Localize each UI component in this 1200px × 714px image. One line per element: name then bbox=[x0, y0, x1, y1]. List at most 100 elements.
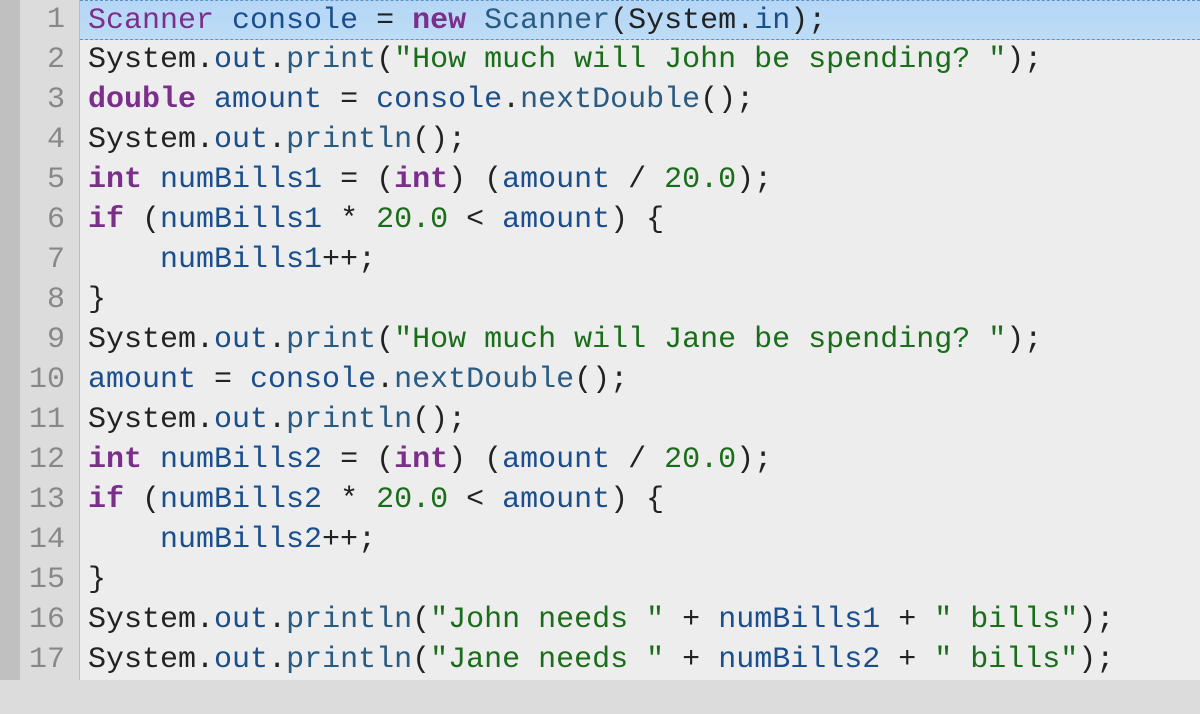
code-line[interactable]: int numBills1 = (int) (amount / 20.0); bbox=[80, 160, 1200, 200]
token-num: 20.0 bbox=[376, 483, 448, 517]
token-class: System bbox=[88, 123, 196, 157]
token-method: print bbox=[286, 323, 376, 357]
line-number: 5 bbox=[20, 160, 69, 200]
token-method: println bbox=[286, 643, 412, 677]
code-line[interactable]: if (numBills2 * 20.0 < amount) { bbox=[80, 480, 1200, 520]
token-ident: amount bbox=[502, 203, 610, 237]
line-number-gutter: 1234567891011121314151617 bbox=[20, 0, 80, 680]
line-number: 16 bbox=[20, 600, 69, 640]
code-line[interactable]: int numBills2 = (int) (amount / 20.0); bbox=[80, 440, 1200, 480]
token-kw: int bbox=[88, 443, 142, 477]
code-line[interactable]: numBills2++; bbox=[80, 520, 1200, 560]
line-number: 4 bbox=[20, 120, 69, 160]
token-default: ( bbox=[610, 4, 628, 38]
token-default: < bbox=[448, 483, 502, 517]
token-default: ( bbox=[124, 483, 160, 517]
token-default bbox=[142, 443, 160, 477]
token-default bbox=[196, 83, 214, 117]
line-number: 10 bbox=[20, 360, 69, 400]
code-content[interactable]: Scanner console = new Scanner(System.in)… bbox=[80, 0, 1200, 680]
token-default bbox=[88, 243, 160, 277]
code-line[interactable]: if (numBills1 * 20.0 < amount) { bbox=[80, 200, 1200, 240]
code-line[interactable]: System.out.print("How much will John be … bbox=[80, 40, 1200, 80]
token-field: out bbox=[214, 643, 268, 677]
token-class: System bbox=[88, 323, 196, 357]
token-default: . bbox=[268, 43, 286, 77]
token-default: + bbox=[664, 603, 718, 637]
token-class: System bbox=[88, 643, 196, 677]
token-default: + bbox=[880, 643, 934, 677]
token-class: System bbox=[88, 603, 196, 637]
token-default: ); bbox=[1006, 43, 1042, 77]
code-line[interactable]: System.out.println("Jane needs " + numBi… bbox=[80, 640, 1200, 680]
line-number: 3 bbox=[20, 80, 69, 120]
token-class: System bbox=[628, 4, 736, 38]
token-default: ); bbox=[1078, 603, 1114, 637]
token-type: Scanner bbox=[88, 4, 214, 38]
code-editor: 1234567891011121314151617 Scanner consol… bbox=[0, 0, 1200, 680]
token-default: . bbox=[268, 323, 286, 357]
code-line[interactable]: double amount = console.nextDouble(); bbox=[80, 80, 1200, 120]
token-default: . bbox=[268, 603, 286, 637]
token-default: ( bbox=[376, 323, 394, 357]
token-field: in bbox=[754, 4, 790, 38]
token-field: out bbox=[214, 603, 268, 637]
code-line[interactable]: System.out.println(); bbox=[80, 120, 1200, 160]
token-class: System bbox=[88, 43, 196, 77]
line-number: 1 bbox=[20, 0, 69, 40]
code-line[interactable]: } bbox=[80, 280, 1200, 320]
token-class: System bbox=[88, 403, 196, 437]
token-default: . bbox=[268, 123, 286, 157]
token-ident: console bbox=[250, 363, 376, 397]
token-default: = ( bbox=[322, 443, 394, 477]
token-kw: if bbox=[88, 203, 124, 237]
token-method: nextDouble bbox=[394, 363, 574, 397]
token-ident: numBills2 bbox=[160, 483, 322, 517]
code-line[interactable]: System.out.println("John needs " + numBi… bbox=[80, 600, 1200, 640]
token-string: " bills" bbox=[934, 643, 1078, 677]
token-default: / bbox=[610, 443, 664, 477]
token-default: . bbox=[196, 403, 214, 437]
token-method: print bbox=[286, 43, 376, 77]
token-default: . bbox=[196, 603, 214, 637]
line-number: 7 bbox=[20, 240, 69, 280]
token-method: println bbox=[286, 403, 412, 437]
token-kw: new bbox=[412, 4, 466, 38]
token-default: + bbox=[664, 643, 718, 677]
code-line[interactable]: System.out.print("How much will Jane be … bbox=[80, 320, 1200, 360]
token-num: 20.0 bbox=[376, 203, 448, 237]
token-default: . bbox=[736, 4, 754, 38]
token-default: / bbox=[610, 163, 664, 197]
token-ident: numBills1 bbox=[160, 203, 322, 237]
line-number: 8 bbox=[20, 280, 69, 320]
code-line[interactable]: } bbox=[80, 560, 1200, 600]
line-number: 17 bbox=[20, 640, 69, 680]
token-ident: numBills1 bbox=[160, 243, 322, 277]
token-default: ( bbox=[124, 203, 160, 237]
code-line[interactable]: System.out.println(); bbox=[80, 400, 1200, 440]
token-default: (); bbox=[700, 83, 754, 117]
line-number: 11 bbox=[20, 400, 69, 440]
token-kw: if bbox=[88, 483, 124, 517]
line-number: 13 bbox=[20, 480, 69, 520]
token-num: 20.0 bbox=[664, 443, 736, 477]
token-num: 20.0 bbox=[664, 163, 736, 197]
code-line[interactable]: Scanner console = new Scanner(System.in)… bbox=[80, 0, 1200, 40]
token-kw: int bbox=[394, 163, 448, 197]
token-kw: double bbox=[88, 83, 196, 117]
token-method: nextDouble bbox=[520, 83, 700, 117]
token-ident: console bbox=[376, 83, 502, 117]
token-default: . bbox=[268, 643, 286, 677]
code-area[interactable]: 1234567891011121314151617 Scanner consol… bbox=[20, 0, 1200, 680]
code-line[interactable]: amount = console.nextDouble(); bbox=[80, 360, 1200, 400]
token-default: * bbox=[322, 203, 376, 237]
code-line[interactable]: numBills1++; bbox=[80, 240, 1200, 280]
line-number: 9 bbox=[20, 320, 69, 360]
token-default: ); bbox=[1006, 323, 1042, 357]
token-default: . bbox=[196, 323, 214, 357]
token-default bbox=[214, 4, 232, 38]
token-default: ) ( bbox=[448, 163, 502, 197]
token-string: "John needs " bbox=[430, 603, 664, 637]
token-default bbox=[88, 523, 160, 557]
token-default: ( bbox=[412, 603, 430, 637]
